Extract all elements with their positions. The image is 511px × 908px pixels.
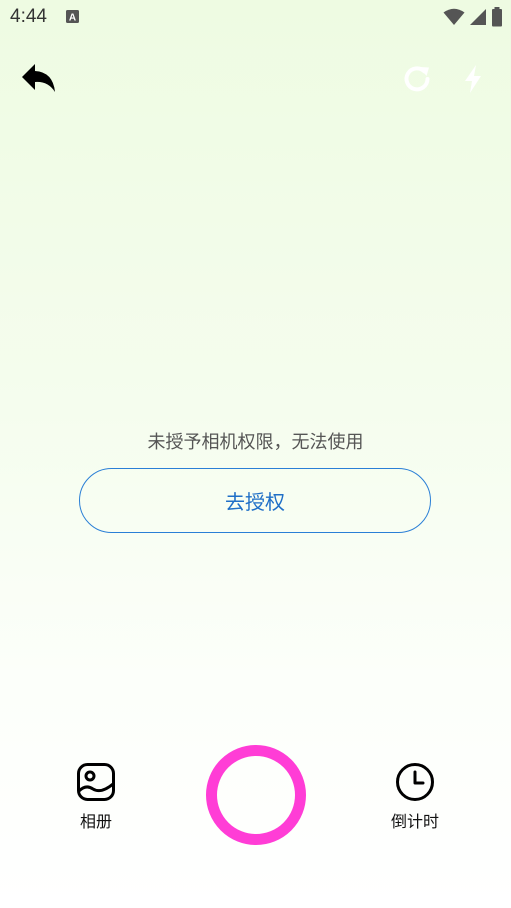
flash-icon[interactable] <box>462 64 484 94</box>
timer-label: 倒计时 <box>390 812 439 831</box>
cellular-signal-icon <box>470 9 486 25</box>
permission-message: 未授予相机权限，无法使用 <box>147 432 364 453</box>
clock-icon <box>396 763 434 801</box>
reply-back-icon[interactable] <box>20 62 58 94</box>
album-label: 相册 <box>79 812 112 831</box>
status-icons <box>443 7 503 27</box>
status-time: 4:44 <box>10 6 47 27</box>
rotate-camera-icon[interactable] <box>402 64 432 94</box>
battery-icon <box>492 7 502 27</box>
status-bar: 4:44 A <box>0 0 511 34</box>
top-bar <box>0 52 511 108</box>
wifi-icon <box>443 8 465 25</box>
album-button[interactable]: 相册 <box>56 762 136 832</box>
authorize-button[interactable]: 去授权 <box>79 468 431 533</box>
shutter-button[interactable] <box>206 745 306 845</box>
image-gallery-icon <box>77 763 115 801</box>
timer-button[interactable]: 倒计时 <box>375 762 455 832</box>
a-badge-icon: A <box>66 10 79 23</box>
svg-text:A: A <box>69 13 76 24</box>
